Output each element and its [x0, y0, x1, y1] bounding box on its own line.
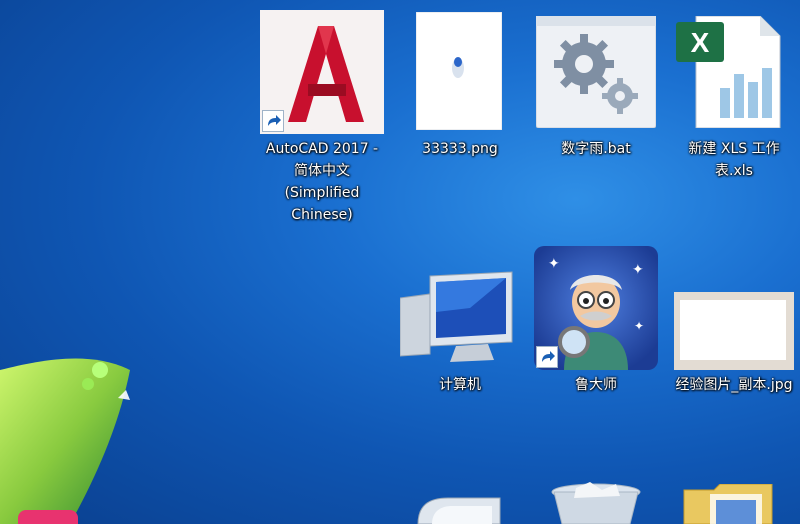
desktop-icon-label: 经验图片_副本.jpg	[675, 377, 793, 393]
gear-icon	[536, 16, 656, 128]
folder-icon[interactable]	[680, 484, 776, 524]
desktop-icon-label: 33333.png	[422, 141, 498, 157]
desktop-icon-bat[interactable]: 数字雨.bat	[532, 10, 660, 170]
desktop-icon-label: 鲁大师	[575, 377, 617, 393]
desktop-icon-label: 新建 XLS 工作表.xls	[688, 141, 780, 179]
image-file-icon	[416, 12, 502, 130]
recycle-bin-icon[interactable]	[546, 482, 646, 524]
desktop-icon-label: 数字雨.bat	[561, 141, 631, 157]
desktop-icon-xls[interactable]: X 新建 XLS 工作表.xls	[670, 10, 798, 190]
partial-window-icon[interactable]	[408, 496, 504, 524]
wallpaper-leaf	[0, 358, 130, 524]
desktop-icon-label: AutoCAD 2017 - 简体中文 (Simplified Chinese)	[265, 141, 379, 223]
svg-text:✦: ✦	[632, 262, 644, 278]
svg-text:✦: ✦	[548, 256, 560, 272]
shortcut-arrow-icon	[262, 110, 284, 132]
excel-file-icon: X	[676, 16, 781, 128]
svg-text:✦: ✦	[634, 319, 644, 333]
taskbar-app-icon[interactable]	[18, 510, 78, 524]
desktop-icon-computer[interactable]: 计算机	[396, 250, 524, 400]
desktop-icon-png[interactable]: 33333.png	[396, 10, 524, 170]
desktop-icon-ludashi[interactable]: ✦ ✦ ✦ 鲁大师	[532, 246, 660, 396]
desktop-icon-jpg[interactable]: 经验图片_副本.jpg	[670, 250, 798, 400]
shortcut-arrow-icon	[536, 346, 558, 368]
desktop-icon-autocad[interactable]: AutoCAD 2017 - 简体中文 (Simplified Chinese)	[258, 10, 386, 230]
image-file-icon	[674, 292, 794, 370]
svg-text:X: X	[691, 27, 710, 58]
desktop-icon-label: 计算机	[439, 377, 481, 393]
computer-icon	[400, 271, 513, 362]
